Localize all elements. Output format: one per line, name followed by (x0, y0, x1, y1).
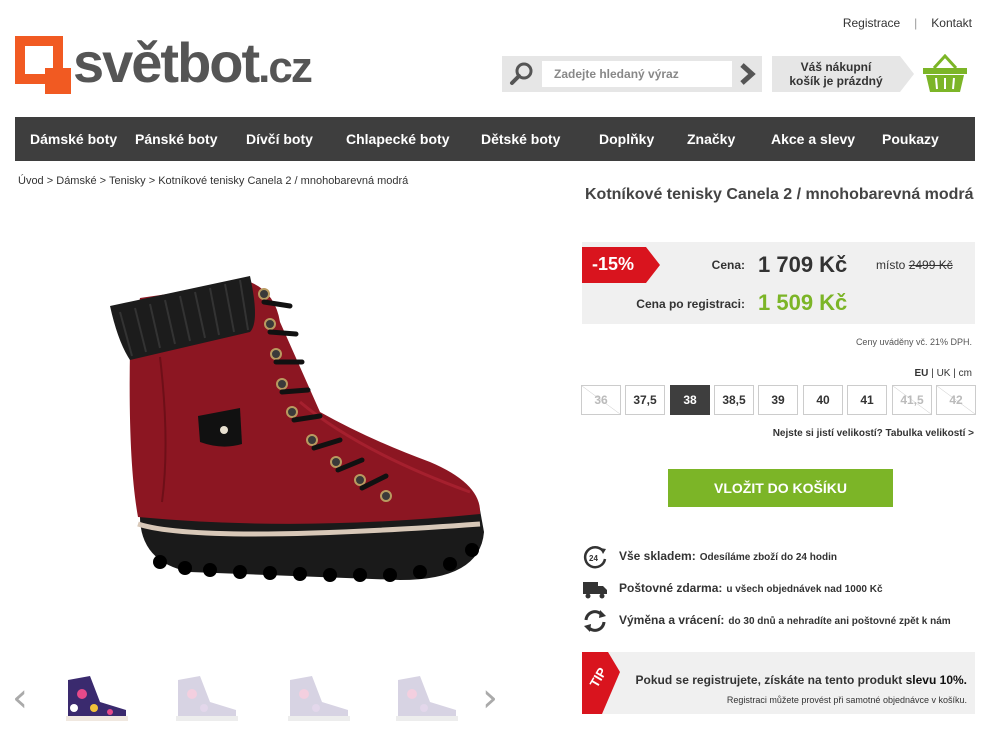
feature-text: Odesíláme zboží do 24 hodin (699, 552, 837, 563)
thumbnail-item[interactable] (60, 672, 134, 722)
nav-item-panske-boty[interactable]: Pánské boty (135, 131, 217, 147)
breadcrumb-tenisky[interactable]: Tenisky (109, 175, 146, 187)
size-option: 42 (936, 385, 976, 415)
old-price: místo 2499 Kč (876, 258, 953, 272)
size-option: 41,5 (892, 385, 932, 415)
thumbnail-item[interactable] (170, 672, 244, 722)
product-image[interactable] (100, 262, 500, 622)
search-input[interactable] (542, 61, 732, 87)
size-selector: 36 37,5 38 38,5 39 40 41 41,5 42 (581, 385, 976, 415)
exchange-arrows-icon (582, 609, 608, 633)
cart-line-2: košík je prázdný (789, 74, 883, 88)
feature-title: Výměna a vrácení: (619, 613, 725, 627)
truck-icon (582, 577, 608, 601)
24h-clock-icon: 24 (582, 545, 608, 569)
unit-cm[interactable]: cm (959, 368, 972, 379)
nav-item-detske-boty[interactable]: Dětské boty (481, 131, 560, 147)
cart-status[interactable]: Váš nákupní košík je prázdný (772, 56, 914, 92)
feature-in-stock: 24 Vše skladem: Odesíláme zboží do 24 hod… (582, 545, 982, 569)
chevron-left-icon[interactable]: ‹ (12, 678, 28, 718)
breadcrumb-current: Kotníkové tenisky Canela 2 / mnohobarevn… (158, 175, 409, 187)
breadcrumb-sep: > (99, 175, 107, 187)
feature-free-shipping: Poštovné zdarma: u všech objednávek nad 1… (582, 577, 982, 601)
unit-sep: | (953, 368, 956, 379)
thumbnail-item[interactable] (282, 672, 356, 722)
register-link[interactable]: Registrace (843, 16, 900, 30)
cart-status-box: Váš nákupní košík je prázdný (772, 56, 900, 92)
nav-item-damske-boty[interactable]: Dámské boty (30, 131, 117, 147)
breadcrumb-home[interactable]: Úvod (18, 175, 44, 187)
contact-link[interactable]: Kontakt (931, 16, 972, 30)
tip-sub-text: Registraci můžete provést při samotné ob… (726, 695, 967, 705)
nav-item-divci-boty[interactable]: Dívčí boty (246, 131, 313, 147)
discount-value: -15% (592, 254, 635, 274)
size-unit-switch: EU | UK | cm (915, 368, 973, 379)
breadcrumb-sep: > (46, 175, 54, 187)
feature-title: Vše skladem: (619, 549, 696, 563)
cart-line-1: Váš nákupní (800, 60, 872, 74)
add-to-cart-button[interactable]: VLOŽIT DO KOŠÍKU (668, 469, 893, 507)
price-box: -15% Cena: 1 709 Kč místo 2499 Kč Cena p… (582, 242, 975, 324)
product-title: Kotníkové tenisky Canela 2 / mnohobarevn… (585, 186, 974, 203)
price-value: 1 709 Kč (758, 252, 848, 277)
breadcrumb-damske[interactable]: Dámské (56, 175, 96, 187)
basket-icon[interactable] (922, 53, 968, 94)
nav-item-chlapecke-boty[interactable]: Chlapecké boty (346, 131, 449, 147)
chevron-right-icon[interactable]: › (482, 678, 498, 718)
logo-wordmark: světbot.cz (73, 31, 313, 94)
registered-price-label: Cena po registraci: (636, 297, 745, 311)
tip-flag: TIP (582, 652, 622, 714)
tip-box: TIP Pokud se registrujete, získáte na te… (582, 652, 975, 714)
feature-text: u všech objednávek nad 1000 Kč (726, 584, 883, 595)
size-option[interactable]: 41 (847, 385, 887, 415)
size-option[interactable]: 38,5 (714, 385, 754, 415)
cart-arrow (900, 56, 914, 92)
breadcrumb-sep: > (148, 175, 156, 187)
size-table-link[interactable]: Nejste si jistí velikostí? Tabulka velik… (773, 428, 974, 439)
main-nav: Dámské boty Pánské boty Dívčí boty Chlap… (15, 117, 975, 161)
discount-badge: -15% (582, 247, 660, 283)
nav-item-akce-a-slevy[interactable]: Akce a slevy (771, 131, 855, 147)
thumbnail-strip: ‹ › (10, 672, 510, 724)
size-option[interactable]: 38 (670, 385, 710, 415)
vat-note: Ceny uváděny vč. 21% DPH. (855, 337, 972, 347)
logo-square-icon (15, 36, 71, 94)
unit-uk[interactable]: UK (937, 368, 951, 379)
price-label: Cena: (711, 258, 745, 272)
nav-item-znacky[interactable]: Značky (687, 131, 735, 147)
breadcrumb: Úvod > Dámské > Tenisky > Kotníkové teni… (18, 175, 408, 187)
size-option[interactable]: 39 (758, 385, 798, 415)
nav-item-poukazy[interactable]: Poukazy (882, 131, 939, 147)
feature-title: Poštovné zdarma: (619, 581, 723, 595)
registered-price-value: 1 509 Kč (758, 290, 848, 315)
size-option[interactable]: 40 (803, 385, 843, 415)
search-bar (502, 56, 762, 92)
feature-returns: Výměna a vrácení: do 30 dnů a nehradíte a… (582, 609, 982, 633)
nav-item-doplnky[interactable]: Doplňky (599, 131, 654, 147)
search-icon[interactable] (502, 56, 542, 92)
feature-text: do 30 dnů a nehradíte ani poštovné zpět … (728, 616, 951, 627)
tip-main-text: Pokud se registrujete, získáte na tento … (635, 673, 967, 687)
svg-text:24: 24 (589, 554, 598, 563)
unit-eu[interactable]: EU (915, 368, 929, 379)
size-option: 36 (581, 385, 621, 415)
size-option[interactable]: 37,5 (625, 385, 665, 415)
thumbnail-item[interactable] (390, 672, 464, 722)
top-links: Registrace | Kontakt (843, 16, 972, 30)
unit-sep: | (931, 368, 934, 379)
site-logo[interactable]: světbot.cz (15, 31, 405, 96)
top-links-separator: | (914, 16, 918, 30)
chevron-right-icon[interactable] (732, 56, 762, 92)
